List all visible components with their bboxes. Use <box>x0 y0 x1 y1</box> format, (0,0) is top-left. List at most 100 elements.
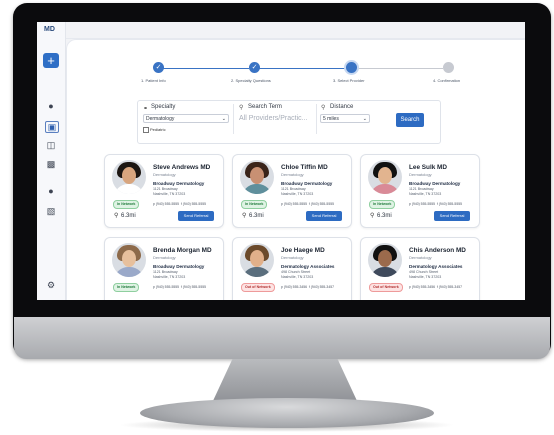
location-pin-icon: ⚲ <box>242 213 247 219</box>
clinic-name: Broadway Dermatology <box>281 181 333 186</box>
field-divider <box>316 104 317 134</box>
fax-number: f (940) 555-5555 <box>308 202 334 206</box>
provider-name[interactable]: Chloe Tiffin MD <box>281 164 328 171</box>
provider-name[interactable]: Lee Sulk MD <box>409 164 447 171</box>
provider-distance: 6.3mi <box>377 213 392 219</box>
specialty-label: Specialty <box>151 104 176 110</box>
provider-name[interactable]: Steve Andrews MD <box>153 164 210 171</box>
gear-icon[interactable]: ⚙ <box>45 280 57 290</box>
phone-number: p (940) 555-3456 <box>281 285 308 289</box>
provider-name[interactable]: Brenda Morgan MD <box>153 247 212 254</box>
provider-specialty: Dermatology <box>409 255 432 260</box>
provider-distance: 6.3mi <box>121 213 136 219</box>
distance-label: Distance <box>330 104 354 110</box>
contact-numbers: p (940) 555-5555 f (940) 555-5555 <box>409 202 462 206</box>
provider-specialty: Dermatology <box>409 172 432 177</box>
monitor-chin <box>14 317 550 359</box>
clinic-city-line: Nashville, TN 37203 <box>281 275 314 279</box>
clinic-city-line: Nashville, TN 37203 <box>281 192 314 196</box>
distance-value: 5 miles <box>323 116 339 122</box>
chevron-down-icon: ⌄ <box>221 116 226 122</box>
printer-icon[interactable]: ▩ <box>45 159 57 169</box>
clinic-address-line: 498 Church Street <box>281 270 311 274</box>
clinic-city-line: Nashville, TN 37203 <box>409 192 442 196</box>
step-connector <box>259 68 347 69</box>
provider-card[interactable]: Steve Andrews MD Dermatology Broadway Derm… <box>104 154 224 228</box>
step-connector <box>357 68 443 69</box>
phone-number: p (940) 555-5555 <box>281 202 308 206</box>
provider-photo <box>368 243 402 277</box>
clinic-city-line: Nashville, TN 37203 <box>153 192 186 196</box>
search-term-input[interactable]: All Providers/Practic... <box>239 115 307 122</box>
provider-card[interactable]: Chloe Tiffin MD Dermatology Broadway Derma… <box>232 154 352 228</box>
provider-photo <box>240 243 274 277</box>
location-pin-icon: ⚲ <box>321 105 326 111</box>
step-label: 2. Specialty Questions <box>231 78 271 83</box>
calendar-icon[interactable]: ▣ <box>45 121 59 133</box>
provider-photo <box>112 243 146 277</box>
field-divider <box>233 104 234 134</box>
contact-numbers: p (940) 555-5555 f (940) 555-5555 <box>153 285 206 289</box>
network-badge: In Network <box>369 200 396 209</box>
location-pin-icon: ⚲ <box>370 213 375 219</box>
document-icon[interactable]: ▧ <box>45 206 57 216</box>
pediatric-checkbox[interactable] <box>143 127 149 133</box>
send-referral-button[interactable]: Send Referral <box>434 211 470 221</box>
specialty-select[interactable]: Dermatology ⌄ <box>143 114 229 123</box>
clinic-address-line: 498 Church Street <box>409 270 439 274</box>
send-referral-button[interactable]: Send Referral <box>178 211 214 221</box>
contact-numbers: p (940) 555-5555 f (940) 555-5555 <box>153 202 206 206</box>
clinic-name: Broadway Dermatology <box>409 181 461 186</box>
step-2-check-icon: ✓ <box>249 62 260 73</box>
stethoscope-icon: ⚭ <box>143 106 149 112</box>
clinic-city-line: Nashville, TN 37203 <box>409 275 442 279</box>
provider-name[interactable]: Joe Haege MD <box>281 247 325 254</box>
clinic-address-line: 1121 Broadway <box>153 270 178 274</box>
users-icon[interactable]: ● <box>45 101 57 111</box>
network-badge: Out of Network <box>241 283 275 292</box>
search-term-label: Search Term <box>248 104 282 110</box>
location-pin-icon: ⚲ <box>114 213 119 219</box>
clinic-name: Broadway Dermatology <box>153 181 205 186</box>
clinic-name: Dermatology Associates <box>409 264 463 269</box>
send-referral-button[interactable]: Send Referral <box>306 211 342 221</box>
fax-number: f (940) 555-3457 <box>436 285 462 289</box>
provider-card[interactable]: Lee Sulk MD Dermatology Broadway Dermatolo… <box>360 154 480 228</box>
step-connector <box>163 68 249 69</box>
network-badge: In Network <box>113 283 140 292</box>
add-button[interactable]: + <box>43 53 59 68</box>
network-badge: In Network <box>241 200 268 209</box>
step-4-indicator <box>443 62 454 73</box>
step-label: 1. Patient Info <box>141 78 166 83</box>
clinic-address-line: 1121 Broadway <box>153 187 178 191</box>
search-button[interactable]: Search <box>396 113 424 127</box>
clinic-name: Dermatology Associates <box>281 264 335 269</box>
clinic-address-line: 1121 Broadway <box>409 187 434 191</box>
provider-specialty: Dermatology <box>281 172 304 177</box>
fax-number: f (940) 555-3457 <box>308 285 334 289</box>
phone-number: p (940) 555-5555 <box>153 285 180 289</box>
provider-card[interactable]: Chis Anderson MD Dermatology Dermatology A… <box>360 237 480 300</box>
provider-card[interactable]: Joe Haege MD Dermatology Dermatology Assoc… <box>232 237 352 300</box>
step-1-check-icon: ✓ <box>153 62 164 73</box>
clipboard-icon[interactable]: ◫ <box>45 140 57 150</box>
fax-number: f (940) 555-5555 <box>180 202 206 206</box>
phone-number: p (940) 555-5555 <box>409 202 436 206</box>
step-3-indicator <box>346 62 357 73</box>
step-label: 4. Confirmation <box>433 78 461 83</box>
provider-card[interactable]: Brenda Morgan MD Dermatology Broadway Derm… <box>104 237 224 300</box>
provider-photo <box>368 160 402 194</box>
network-badge: In Network <box>113 200 140 209</box>
provider-specialty: Dermatology <box>153 172 176 177</box>
specialty-value: Dermatology <box>146 116 175 122</box>
fax-number: f (940) 555-5555 <box>436 202 462 206</box>
provider-photo <box>112 160 146 194</box>
distance-select[interactable]: 5 miles ⌄ <box>320 114 370 123</box>
sidebar: MD + ● ▣ ◫ ▩ ● ▧ ⚙ <box>37 22 66 300</box>
provider-distance: 6.3mi <box>249 213 264 219</box>
group-icon[interactable]: ● <box>45 186 57 196</box>
provider-name[interactable]: Chis Anderson MD <box>409 247 466 254</box>
provider-specialty: Dermatology <box>281 255 304 260</box>
clinic-name: Broadway Dermatology <box>153 264 205 269</box>
provider-photo <box>240 160 274 194</box>
